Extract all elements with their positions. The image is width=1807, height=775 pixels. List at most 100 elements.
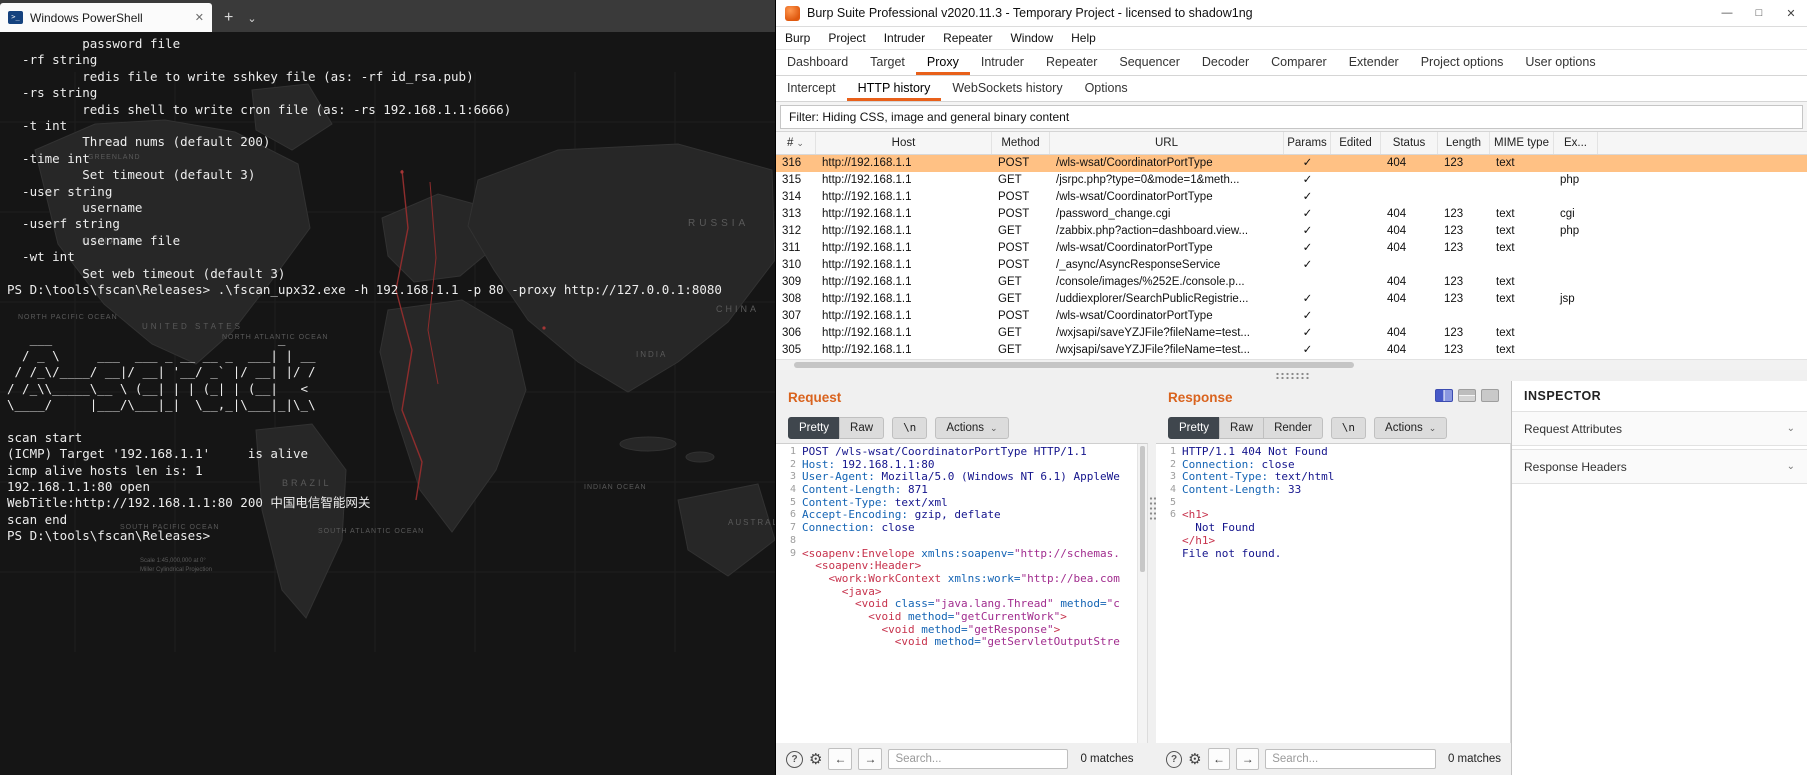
tab-target[interactable]: Target: [859, 50, 916, 75]
help-icon[interactable]: ?: [786, 750, 803, 768]
request-actions-button[interactable]: Actions ⌄: [935, 417, 1009, 439]
code-line: <void method="getServletOutputStre: [776, 635, 1147, 649]
column-header-label: Params: [1287, 137, 1327, 149]
terminal-output: password file -rf string redis file to w…: [7, 36, 722, 544]
table-row[interactable]: 313 http://192.168.1.1 POST/password_chang…: [776, 206, 1807, 223]
subtab-websockets-history[interactable]: WebSockets history: [941, 76, 1073, 101]
vertical-splitter[interactable]: [1148, 381, 1156, 775]
horizontal-splitter[interactable]: [776, 370, 1807, 381]
tab-comparer[interactable]: Comparer: [1260, 50, 1338, 75]
tab-repeater[interactable]: Repeater: [1035, 50, 1108, 75]
request-editor[interactable]: 1 POST /wls-wsat/CoordinatorPortType HTTP…: [776, 443, 1148, 743]
subtab-http-history[interactable]: HTTP history: [847, 76, 942, 101]
tab-close-icon[interactable]: ✕: [195, 11, 204, 24]
table-row[interactable]: 305 http://192.168.1.1 GET/wxjsapi/saveYZJ…: [776, 342, 1807, 359]
response-view-tab-raw[interactable]: Raw: [1219, 417, 1265, 439]
terminal-tab[interactable]: >_ Windows PowerShell ✕: [0, 3, 212, 32]
tab-intruder[interactable]: Intruder: [970, 50, 1035, 75]
column-header-method[interactable]: Method: [992, 132, 1050, 154]
code-line: 7 Connection: close: [776, 521, 1147, 535]
table-row[interactable]: 312 http://192.168.1.1 GET/zabbix.php?acti…: [776, 223, 1807, 240]
line-number: 9: [789, 547, 796, 559]
splitter-grip-icon: [1148, 496, 1156, 522]
column-header-mime-type[interactable]: MIME type: [1490, 132, 1554, 154]
table-row[interactable]: 310 http://192.168.1.1 POST/_async/AsyncRe…: [776, 257, 1807, 274]
search-input[interactable]: [888, 749, 1069, 769]
response-view-tab-pretty[interactable]: Pretty: [1168, 417, 1221, 439]
column-header-length[interactable]: Length: [1438, 132, 1490, 154]
tab-decoder[interactable]: Decoder: [1191, 50, 1260, 75]
column-header-url[interactable]: URL: [1050, 132, 1284, 154]
line-number: 5: [1169, 496, 1176, 508]
inspector-section-response-headers[interactable]: Response Headers ⌄: [1512, 449, 1807, 484]
column-header-ex[interactable]: Ex...: [1554, 132, 1598, 154]
tab-project-options[interactable]: Project options: [1410, 50, 1515, 75]
table-row[interactable]: 307 http://192.168.1.1 POST/wls-wsat/Coord…: [776, 308, 1807, 325]
table-row[interactable]: 306 http://192.168.1.1 GET/wxjsapi/saveYZJ…: [776, 325, 1807, 342]
table-row[interactable]: 314 http://192.168.1.1 POST/wls-wsat/Coord…: [776, 189, 1807, 206]
line-number: [776, 624, 802, 637]
layout-rows-icon[interactable]: [1458, 389, 1476, 402]
line-number: [776, 586, 802, 599]
tab-dashboard[interactable]: Dashboard: [776, 50, 859, 75]
menu-intruder[interactable]: Intruder: [875, 31, 934, 45]
sort-descending-icon: ⌄: [796, 138, 804, 148]
gear-icon[interactable]: ⚙: [1188, 750, 1201, 768]
subtab-options[interactable]: Options: [1074, 76, 1139, 101]
table-horizontal-scrollbar[interactable]: [776, 359, 1807, 370]
table-row[interactable]: 311 http://192.168.1.1 POST/wls-wsat/Coord…: [776, 240, 1807, 257]
tab-sequencer[interactable]: Sequencer: [1108, 50, 1190, 75]
menu-help[interactable]: Help: [1062, 31, 1105, 45]
table-row[interactable]: 316 http://192.168.1.1 POST/wls-wsat/Coord…: [776, 155, 1807, 172]
tab-dropdown-icon[interactable]: ⌄: [247, 12, 256, 25]
help-icon[interactable]: ?: [1166, 750, 1183, 768]
response-newline-toggle-button[interactable]: \n: [1330, 417, 1367, 439]
request-view-tab-pretty[interactable]: Pretty: [788, 417, 841, 439]
code-line: 4 Content-Length: 33: [1156, 483, 1510, 497]
column-header-item[interactable]: # ⌄: [776, 132, 816, 154]
search-prev-button[interactable]: ←: [828, 748, 853, 770]
terminal-body[interactable]: GREENLAND CANADA RUSSIA UNITED STATES CHINA I…: [0, 32, 775, 775]
tab-extender[interactable]: Extender: [1338, 50, 1410, 75]
layout-single-icon[interactable]: [1481, 389, 1499, 402]
screen: >_ Windows PowerShell ✕ + ⌄ GREENLAND CA…: [0, 0, 1807, 775]
message-editor-area: Request Pretty Raw \n Actions ⌄ 1 POST /wls-w…: [776, 381, 1807, 775]
table-row[interactable]: 308 http://192.168.1.1 GET/uddiexplorer/Se…: [776, 291, 1807, 308]
scrollbar-thumb[interactable]: [794, 362, 1354, 368]
response-editor[interactable]: 1 HTTP/1.1 404 Not Found 2 Connection: clos…: [1156, 443, 1511, 743]
column-header-host[interactable]: Host: [816, 132, 992, 154]
request-newline-toggle-button[interactable]: \n: [892, 417, 928, 439]
menu-window[interactable]: Window: [1001, 31, 1062, 45]
scrollbar-thumb[interactable]: [1140, 446, 1145, 572]
tab-proxy[interactable]: Proxy: [916, 50, 970, 75]
request-view-tab-raw[interactable]: Raw: [839, 417, 885, 439]
tab-user-options[interactable]: User options: [1514, 50, 1606, 75]
inspector-section-request-attributes[interactable]: Request Attributes ⌄: [1512, 411, 1807, 446]
gear-icon[interactable]: ⚙: [809, 750, 822, 768]
column-header-label: Status: [1392, 137, 1426, 149]
minimize-button[interactable]: —: [1711, 7, 1743, 20]
menu-repeater[interactable]: Repeater: [934, 31, 1001, 45]
column-header-edited[interactable]: Edited: [1331, 132, 1381, 154]
search-next-button[interactable]: →: [1236, 748, 1260, 770]
search-next-button[interactable]: →: [858, 748, 883, 770]
column-header-params[interactable]: Params: [1284, 132, 1331, 154]
response-view-tab-render[interactable]: Render: [1263, 417, 1323, 439]
response-actions-button[interactable]: Actions ⌄: [1374, 417, 1448, 439]
table-row[interactable]: 309 http://192.168.1.1 GET/console/images/…: [776, 274, 1807, 291]
new-tab-button[interactable]: +: [224, 9, 233, 27]
column-header-status[interactable]: Status: [1381, 132, 1438, 154]
search-prev-button[interactable]: ←: [1207, 748, 1231, 770]
close-button[interactable]: ✕: [1775, 7, 1807, 20]
table-row[interactable]: 315 http://192.168.1.1 GET/jsrpc.php?type=…: [776, 172, 1807, 189]
request-scrollbar[interactable]: [1137, 444, 1147, 743]
subtab-intercept[interactable]: Intercept: [776, 76, 847, 101]
filter-row: Filter: Hiding CSS, image and general bi…: [776, 102, 1807, 132]
filter-bar[interactable]: Filter: Hiding CSS, image and general bi…: [780, 105, 1803, 129]
line-number: 4: [1169, 484, 1176, 496]
menu-project[interactable]: Project: [819, 31, 874, 45]
layout-columns-icon[interactable]: [1435, 389, 1453, 402]
search-input[interactable]: [1265, 749, 1436, 769]
menu-burp[interactable]: Burp: [776, 31, 819, 45]
maximize-button[interactable]: □: [1743, 7, 1775, 20]
